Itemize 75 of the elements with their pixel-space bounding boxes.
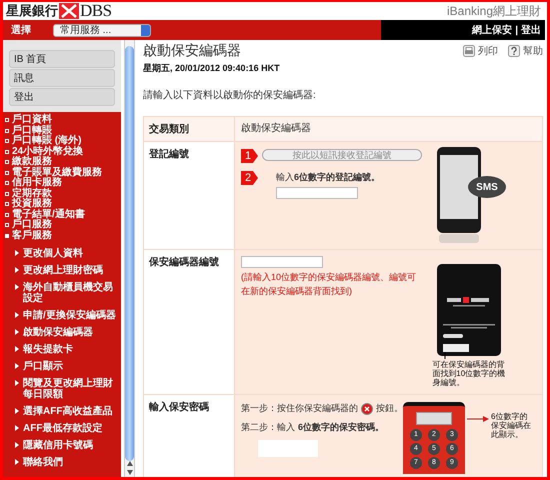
step-marker: 1 [241,149,258,163]
select-label: 選擇 [11,24,31,37]
triangle-icon [15,408,19,414]
menu-item[interactable]: 繳款服務 [12,157,52,168]
top-link[interactable]: 登出 [521,23,541,37]
scroll-down-icon[interactable] [126,470,132,475]
triangle-icon [15,250,19,256]
menu-item[interactable]: 客戶服務 [12,230,52,241]
submenu-item[interactable]: 戶口顯示 [23,361,63,372]
prompt-text: 輸入6位數字的登記編號。 [276,171,380,184]
menu-item[interactable]: 投資服務 [12,199,52,210]
pointer-arrow-icon [467,416,489,422]
print-link[interactable]: 列印 [463,44,498,58]
submenu-item[interactable]: 選擇AFF高收益產品 [23,406,112,417]
submenu-item[interactable]: 申請/更換保安編碼器 [23,310,116,321]
services-dropdown[interactable]: 常用服務 ... [53,24,151,36]
intro-text: 請輸入以下資料以啟動你的保安編碼器: [143,88,317,102]
step-one-text: 第一步：按住你保安編碼器的 [241,402,358,415]
sms-bubble: SMS [468,176,506,198]
menu-item[interactable]: 24小時外幣兌換 [12,146,84,157]
menu-item[interactable]: 電子賬單及繳費服務 [12,168,102,178]
serial-number-field[interactable] [241,256,323,268]
logo-mark-icon [59,3,79,19]
token-screen [416,412,452,425]
token-caption: 可在保安編碼器的背面找到10位數字的機身編號。 [432,360,506,387]
menu-item[interactable]: 戶口服務 [12,220,52,230]
submenu-item[interactable]: 報失提款卡 [23,344,73,355]
cancel-key-icon [361,402,373,414]
display-caption: 6位數字的保安編碼在此顯示。 [491,412,532,439]
link-separator: | [515,24,518,36]
hint-text: (請輸入10位數字的保安編碼器編號、編號可在新的保安編碼器背面找到) [241,271,418,298]
logo-brand-text: DBS [80,2,112,21]
scroll-thumb[interactable] [125,46,134,461]
submenu-item[interactable]: 更改個人資料 [23,248,83,259]
submenu-item[interactable]: 更改網上理財密碼 [23,265,103,276]
triangle-icon [15,425,19,431]
security-code-field[interactable] [258,440,318,457]
logo-text: 星展銀行 [6,3,58,20]
help-icon[interactable] [508,45,520,57]
scrollbar[interactable] [124,40,135,477]
triangle-icon [15,380,19,386]
product-title: iBanking網上理財 [446,2,541,20]
menu-item[interactable]: 電子結單/通知書 [12,210,85,220]
triangle-icon [15,329,19,335]
step-one-end-text: 按鈕。 [376,402,403,415]
menu-item[interactable]: 戶口資料 [12,115,52,126]
table-cell: 交易類別 [144,117,235,141]
menu-item[interactable]: 戶口轉賬 [12,126,52,136]
quick-link-button[interactable]: 訊息 [9,69,115,87]
quick-link-button[interactable]: 登出 [9,88,115,106]
submenu-item[interactable]: 海外自動櫃員機交易設定 [23,282,120,304]
triangle-icon [15,284,19,290]
triangle-icon [15,312,19,318]
registration-code-field[interactable] [276,187,358,199]
step-marker: 2 [241,171,258,185]
printer-icon[interactable] [463,45,475,57]
quick-link-button[interactable]: IB 首頁 [9,50,115,68]
submenu-item[interactable]: 啟動保安編碼器 [23,327,93,338]
help-link[interactable]: 幫助 [508,44,543,58]
table-cell: 啟動保安編碼器 [235,117,542,141]
triangle-icon [15,346,19,352]
menu-item[interactable]: 定期存款 [12,188,52,199]
submenu-item[interactable]: AFF最低存款設定 [23,423,102,434]
page-title: 啟動保安編碼器 [143,42,241,60]
triangle-icon [15,459,19,465]
submenu-item[interactable]: 聯絡我們 [23,457,63,468]
triangle-icon [15,363,19,369]
triangle-icon [15,442,19,448]
top-link[interactable]: 網上保安 [472,23,512,37]
submenu-item[interactable]: 閱覽及更改網上理財每日限額 [23,378,120,400]
date-time: 星期五, 20/01/2012 09:40:16 HKT [143,62,281,75]
menu-item[interactable]: 戶口轉賬 (海外) [12,136,82,146]
triangle-icon [15,267,19,273]
submenu-item[interactable]: 隱藏信用卡號碼 [23,440,93,451]
menu-item[interactable]: 信用卡服務 [12,178,62,188]
